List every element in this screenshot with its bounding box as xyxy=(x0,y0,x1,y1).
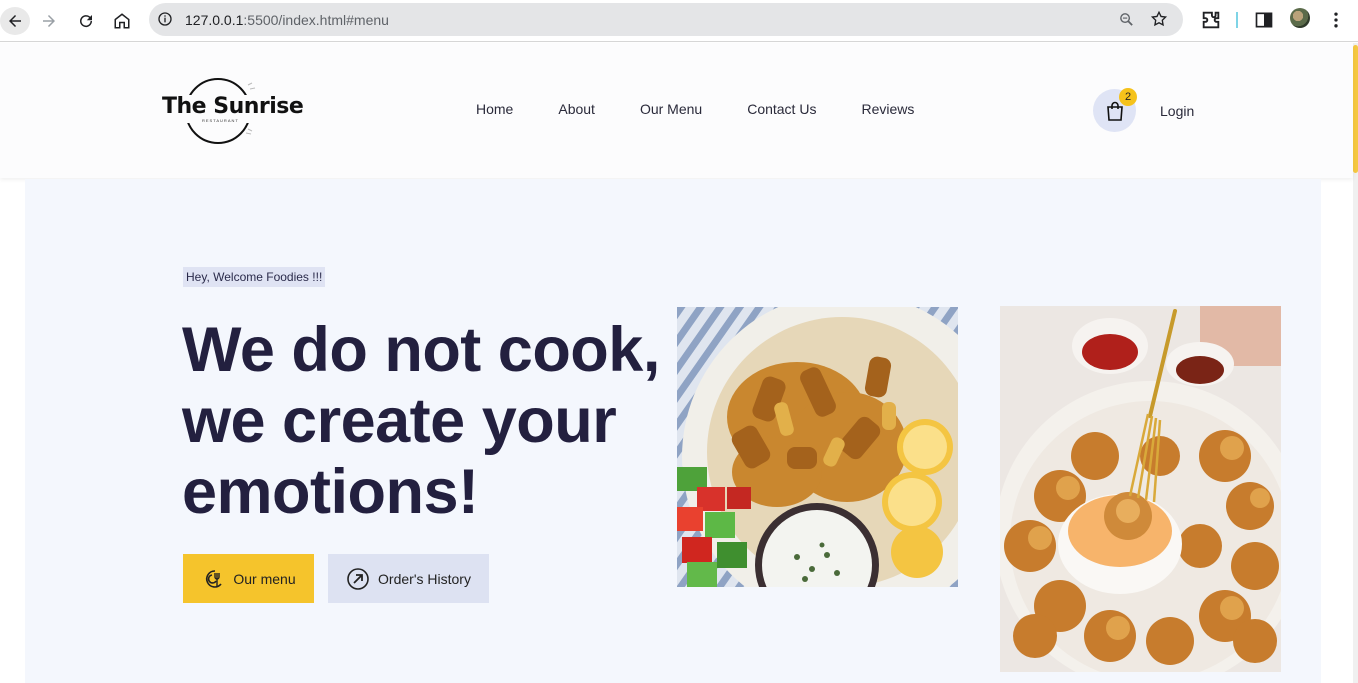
arrow-right-icon xyxy=(43,15,55,27)
restaurant-icon xyxy=(206,569,222,588)
nav-link-home[interactable]: Home xyxy=(476,101,513,117)
nav-link-our-menu[interactable]: Our Menu xyxy=(640,101,702,117)
toolbar-divider xyxy=(1236,12,1238,28)
side-panel-icon[interactable] xyxy=(1254,10,1274,30)
star-icon[interactable] xyxy=(1150,10,1168,28)
site-navbar: The Sunrise RESTAURANT Home About Our Me… xyxy=(0,43,1353,178)
nav-link-reviews[interactable]: Reviews xyxy=(861,101,914,117)
arrow-up-right-circle-icon xyxy=(347,567,369,590)
reload-icon xyxy=(80,15,93,28)
cart-count-badge: 2 xyxy=(1119,88,1137,106)
kebab-menu-icon[interactable] xyxy=(1326,9,1346,31)
url-text[interactable]: 127.0.0.1:5500/index.html#menu xyxy=(185,12,389,28)
address-bar[interactable]: 127.0.0.1:5500/index.html#menu xyxy=(149,3,1183,36)
our-menu-button[interactable]: Our menu xyxy=(183,554,314,603)
food-image-shawarma xyxy=(677,307,958,587)
our-menu-label: Our menu xyxy=(233,570,296,587)
browser-toolbar: 127.0.0.1:5500/index.html#menu xyxy=(0,0,1358,42)
logo-subtitle: RESTAURANT xyxy=(202,118,239,123)
back-button[interactable] xyxy=(0,7,30,35)
info-icon[interactable] xyxy=(157,11,173,27)
arrow-left-icon xyxy=(9,15,21,27)
home-icon xyxy=(114,13,130,29)
logo-text: The Sunrise xyxy=(162,94,304,119)
order-history-label: Order's History xyxy=(378,570,471,587)
site-logo[interactable]: The Sunrise RESTAURANT xyxy=(160,73,304,147)
forward-button[interactable] xyxy=(35,7,63,35)
scrollbar[interactable] xyxy=(1353,43,1358,683)
reload-button[interactable] xyxy=(72,7,100,35)
home-button[interactable] xyxy=(108,7,136,35)
order-history-button[interactable]: Order's History xyxy=(328,554,489,603)
zoom-icon[interactable] xyxy=(1118,11,1135,28)
nav-link-contact-us[interactable]: Contact Us xyxy=(747,101,816,117)
nav-link-about[interactable]: About xyxy=(558,101,595,117)
hero-headline: We do not cook, we create your emotions! xyxy=(182,315,660,527)
login-link[interactable]: Login xyxy=(1160,103,1194,119)
profile-avatar[interactable] xyxy=(1290,8,1310,28)
page-viewport: The Sunrise RESTAURANT Home About Our Me… xyxy=(0,43,1358,683)
scrollbar-thumb[interactable] xyxy=(1353,45,1358,173)
main-nav: Home About Our Menu Contact Us Reviews xyxy=(476,101,959,117)
food-image-nuggets xyxy=(1000,306,1281,672)
hero-section: Hey, Welcome Foodies !!! We do not cook,… xyxy=(25,179,1321,683)
welcome-badge: Hey, Welcome Foodies !!! xyxy=(183,267,326,287)
puzzle-icon[interactable] xyxy=(1200,9,1222,31)
